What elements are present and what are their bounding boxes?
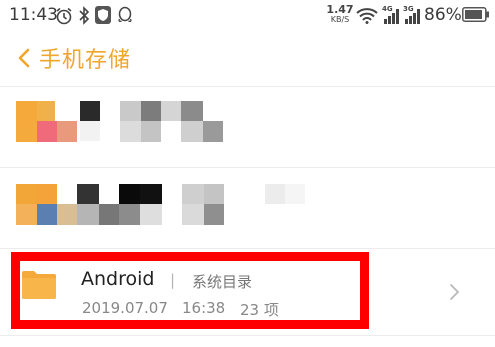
qq-icon <box>118 6 132 23</box>
status-bar: 11:43 1.47 KB/S 4G 3G 86% <box>0 0 495 32</box>
signal-icon-2: 3G <box>403 5 421 25</box>
row-divider <box>0 335 495 336</box>
battery-percent: 86% <box>424 5 462 25</box>
wifi-icon <box>356 8 378 24</box>
highlight-annotation-box <box>11 252 369 329</box>
chevron-right-icon[interactable] <box>448 282 462 302</box>
shield-app-icon <box>95 6 111 24</box>
net-speed-value: 1.47 <box>326 3 354 16</box>
page-title: 手机存储 <box>39 48 132 73</box>
net-speed: 1.47 KB/S <box>326 3 354 25</box>
app-header: 手机存储 <box>0 32 495 86</box>
list-item-obscured-2[interactable] <box>0 168 495 248</box>
obscured-mosaic <box>16 184 305 225</box>
net-speed-unit: KB/S <box>330 15 350 24</box>
status-time: 11:43 <box>9 5 58 25</box>
list-item-obscured-1[interactable] <box>0 87 495 167</box>
obscured-mosaic <box>16 101 223 142</box>
bluetooth-icon <box>79 6 90 25</box>
signal-icon: 4G <box>382 5 400 25</box>
back-icon[interactable] <box>12 46 36 70</box>
battery-icon <box>462 7 489 22</box>
alarm-icon <box>56 7 72 25</box>
